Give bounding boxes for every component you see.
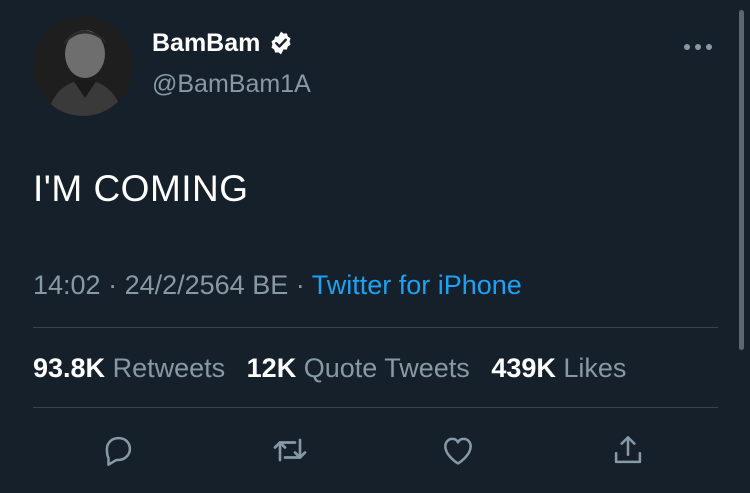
reply-icon[interactable] [98, 430, 138, 470]
avatar[interactable] [33, 16, 133, 116]
heart-icon[interactable] [438, 430, 478, 470]
retweets-label: Retweets [112, 353, 226, 383]
quotes-label: Quote Tweets [303, 353, 470, 383]
divider [33, 407, 718, 408]
tweet-stats: 93.8K Retweets 12K Quote Tweets 439K Lik… [33, 355, 640, 382]
meta-separator: · [288, 270, 312, 300]
quotes-stat[interactable]: 12K Quote Tweets [247, 353, 484, 383]
more-options-icon[interactable] [684, 40, 716, 54]
tweet-date[interactable]: 24/2/2564 BE [125, 270, 289, 300]
tweet-source-link[interactable]: Twitter for iPhone [312, 270, 522, 300]
display-name[interactable]: BamBam [152, 30, 260, 56]
likes-label: Likes [563, 353, 627, 383]
share-icon[interactable] [608, 430, 648, 470]
display-name-row[interactable]: BamBam [152, 30, 294, 56]
tweet-meta: 14:02 · 24/2/2564 BE · Twitter for iPhon… [33, 272, 522, 299]
retweets-count: 93.8K [33, 353, 106, 383]
user-handle[interactable]: @BamBam1A [152, 72, 311, 97]
retweets-stat[interactable]: 93.8K Retweets [33, 353, 239, 383]
tweet-text: I'M COMING [33, 168, 249, 209]
retweet-icon[interactable] [270, 430, 310, 470]
likes-stat[interactable]: 439K Likes [491, 353, 640, 383]
meta-separator: · [100, 270, 125, 300]
quotes-count: 12K [246, 353, 297, 383]
divider [33, 327, 718, 328]
action-bar [0, 430, 750, 470]
scrollbar[interactable] [739, 10, 744, 350]
likes-count: 439K [491, 353, 556, 383]
verified-badge-icon [268, 30, 294, 56]
tweet-time[interactable]: 14:02 [33, 270, 101, 300]
